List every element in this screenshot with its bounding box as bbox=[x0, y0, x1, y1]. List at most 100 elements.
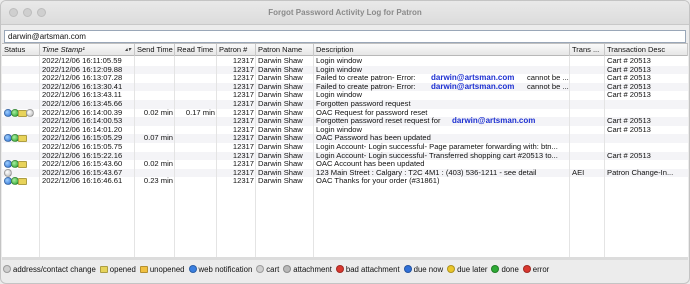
trans-cell bbox=[570, 66, 605, 75]
column-divider bbox=[255, 56, 256, 258]
patron-name-cell: Darwin Shaw bbox=[258, 134, 303, 143]
status-icons bbox=[4, 168, 12, 178]
patron-number-cell: 12317 bbox=[232, 125, 254, 134]
patron-name-cell: Darwin Shaw bbox=[258, 177, 303, 186]
legend-label: due later bbox=[457, 264, 488, 274]
patron-number-column-header[interactable]: Patron # bbox=[217, 44, 256, 56]
table-row[interactable]: 2022/12/06 16:14:01.20 12317 Darwin Shaw Lo… bbox=[2, 126, 688, 135]
email-link[interactable]: darwin@artsman.com bbox=[431, 74, 514, 83]
patron-number-cell: 12317 bbox=[232, 57, 254, 65]
legend-label: cart bbox=[266, 264, 280, 274]
description-text: OAC Account has been updated bbox=[316, 160, 425, 169]
send-time-cell: 0.23 min bbox=[143, 177, 173, 186]
transaction-desc-cell: Cart # 20513 bbox=[607, 57, 651, 65]
column-divider bbox=[174, 56, 175, 258]
transaction-desc-cell bbox=[605, 143, 688, 152]
table-row[interactable]: 2022/12/06 16:13:45.66 12317 Darwin Shaw Fo… bbox=[2, 100, 688, 109]
trans-cell bbox=[570, 57, 605, 66]
minimize-window-button[interactable] bbox=[23, 8, 32, 17]
legend-label: bad attachment bbox=[345, 264, 400, 274]
legend-item: unopened bbox=[139, 265, 185, 274]
table-row[interactable]: 2022/12/06 16:15:22.16 12317 Darwin Shaw Lo… bbox=[2, 151, 688, 161]
status-cell bbox=[2, 83, 40, 92]
column-header-label: Read Time bbox=[177, 45, 214, 54]
table-row[interactable]: 2022/12/06 16:15:43.67 12317 Darwin Shaw 12… bbox=[2, 168, 688, 178]
send-time-cell bbox=[135, 74, 175, 83]
email-link[interactable]: darwin@artsman.com bbox=[452, 117, 535, 126]
zoom-window-button[interactable] bbox=[37, 8, 46, 17]
column-divider bbox=[604, 56, 605, 258]
patron-name-column-header[interactable]: Patron Name bbox=[256, 44, 314, 56]
read-time-cell bbox=[175, 74, 217, 83]
legend-item: done bbox=[491, 265, 519, 274]
description-column-header[interactable]: Description bbox=[314, 44, 570, 56]
column-divider bbox=[569, 56, 570, 258]
table-row[interactable]: 2022/12/06 16:13:30.41 12317 Darwin Shaw Fa… bbox=[2, 82, 688, 92]
status-cell bbox=[2, 108, 40, 118]
horizontal-scrollbar[interactable] bbox=[2, 257, 688, 260]
table-row[interactable]: 2022/12/06 16:15:43.60 0.02 min 12317 Darwi… bbox=[2, 160, 688, 169]
table-row[interactable]: 2022/12/06 16:14:00.53 12317 Darwin Shaw Fo… bbox=[2, 117, 688, 126]
description-cell: Forgotten password request bbox=[314, 100, 570, 109]
read-time-column-header[interactable]: Read Time bbox=[175, 44, 217, 56]
description-text: Login Account- Login successful- Transfe… bbox=[316, 151, 558, 160]
search-input[interactable]: darwin@artsman.com bbox=[4, 30, 686, 43]
description-cell: OAC Password has been updated bbox=[314, 134, 570, 143]
address-change-icon bbox=[3, 265, 11, 273]
email-link[interactable]: darwin@artsman.com bbox=[431, 83, 514, 92]
transaction-desc-column-header[interactable]: Transaction Desc bbox=[605, 44, 688, 56]
transaction-desc-cell: Cart # 20513 bbox=[607, 151, 651, 160]
description-text: 123 Main Street : Calgary : T2C 4M1 : (4… bbox=[316, 168, 537, 177]
time-stamp-cell: 2022/12/06 16:15:43.67 bbox=[42, 168, 123, 177]
status-icons bbox=[4, 134, 27, 143]
table-row[interactable]: 2022/12/06 16:14:00.39 0.02 min 0.17 min 12… bbox=[2, 108, 688, 118]
legend-label: error bbox=[532, 264, 550, 274]
close-window-button[interactable] bbox=[9, 8, 18, 17]
patron-name-cell: Darwin Shaw bbox=[258, 82, 303, 91]
send-time-cell bbox=[135, 169, 175, 178]
trans-cell bbox=[570, 160, 605, 169]
error-icon bbox=[522, 265, 531, 273]
table-row[interactable]: 2022/12/06 16:11:05.59 12317 Darwin Shaw Lo… bbox=[2, 57, 688, 66]
send-time-cell bbox=[135, 100, 175, 109]
send-time-cell: 0.02 min bbox=[143, 108, 173, 117]
table-row[interactable]: 2022/12/06 16:13:07.28 12317 Darwin Shaw Fa… bbox=[2, 74, 688, 83]
description-text: Failed to create patron- Error: bbox=[316, 82, 416, 91]
opened-envelope-icon bbox=[99, 265, 108, 273]
time-stamp-cell: 2022/12/06 16:15:05.29 bbox=[42, 134, 123, 143]
patron-number-cell: 12317 bbox=[232, 168, 254, 177]
time-stamp-column-header[interactable]: Time Stamp¹ ▴▾ bbox=[40, 44, 135, 56]
attachment-icon bbox=[283, 265, 292, 273]
description-text: OAC Thanks for your order (#31861) bbox=[316, 177, 440, 186]
send-time-column-header[interactable]: Send Time bbox=[135, 44, 175, 56]
table-row[interactable]: 2022/12/06 16:16:46.61 0.23 min 12317 Darwi… bbox=[2, 177, 688, 186]
table-row[interactable]: 2022/12/06 16:15:05.75 12317 Darwin Shaw Lo… bbox=[2, 143, 688, 152]
table-row[interactable]: 2022/12/06 16:13:43.11 12317 Darwin Shaw Lo… bbox=[2, 91, 688, 100]
status-column-header[interactable]: Status bbox=[2, 44, 40, 56]
trans-cell bbox=[570, 126, 605, 135]
patron-number-cell: 12317 bbox=[232, 91, 254, 100]
patron-name-cell: Darwin Shaw bbox=[258, 57, 303, 65]
description-text: Failed to create patron- Error: bbox=[316, 74, 416, 83]
read-time-cell bbox=[175, 134, 217, 143]
status-icons bbox=[4, 108, 34, 118]
trans-column-header[interactable]: Trans ... bbox=[570, 44, 605, 56]
description-text: Login window bbox=[316, 91, 363, 100]
column-divider bbox=[216, 56, 217, 258]
description-text: Forgotten password request bbox=[316, 100, 411, 108]
table-row[interactable]: 2022/12/06 16:15:05.29 0.07 min 12317 Darwi… bbox=[2, 134, 688, 143]
transaction-desc-cell bbox=[605, 100, 688, 109]
send-time-cell: 0.07 min bbox=[143, 134, 173, 143]
bad-attachment-icon bbox=[335, 265, 344, 273]
legend-item: web notification bbox=[188, 265, 252, 274]
table-row[interactable]: 2022/12/06 16:12:09.88 12317 Darwin Shaw Lo… bbox=[2, 65, 688, 75]
patron-number-cell: 12317 bbox=[232, 160, 254, 169]
legend-item: bad attachment bbox=[335, 264, 400, 274]
time-stamp-cell: 2022/12/06 16:15:22.16 bbox=[42, 151, 123, 160]
time-stamp-cell: 2022/12/06 16:14:01.20 bbox=[42, 125, 123, 134]
patron-number-cell: 12317 bbox=[232, 143, 254, 151]
patron-number-cell: 12317 bbox=[232, 74, 254, 83]
legend-item: error bbox=[522, 264, 550, 274]
patron-number-cell: 12317 bbox=[232, 82, 254, 91]
time-stamp-cell: 2022/12/06 16:13:45.66 bbox=[42, 100, 123, 108]
